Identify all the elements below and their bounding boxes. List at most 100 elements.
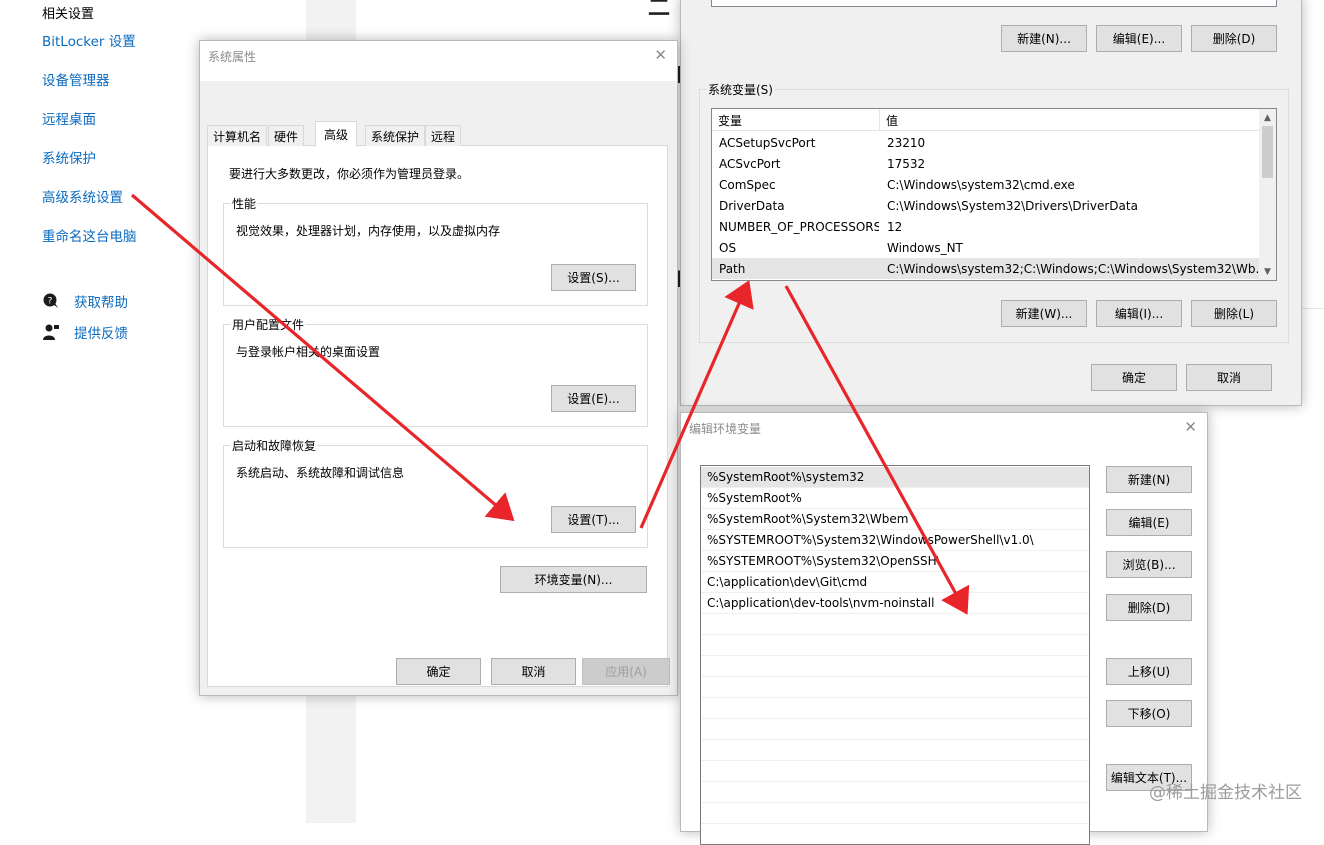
empty-row[interactable] [701, 656, 1089, 677]
get-help-label: 获取帮助 [74, 295, 128, 311]
list-item[interactable]: %SystemRoot% [701, 488, 1089, 509]
tab-hardware[interactable]: 硬件 [268, 125, 305, 146]
var-name: OS [719, 240, 737, 255]
link-system-protection[interactable]: 系统保护 [42, 147, 96, 167]
empty-row[interactable] [701, 803, 1089, 824]
empty-row[interactable] [701, 782, 1089, 803]
var-name: DriverData [719, 198, 785, 213]
link-bitlocker[interactable]: BitLocker 设置 [42, 30, 136, 50]
related-settings-title: 相关设置 [42, 7, 95, 22]
path-browse-button[interactable]: 浏览(B)... [1106, 551, 1192, 578]
get-help-link[interactable]: ? 获取帮助 [42, 291, 128, 311]
tab-computer-name[interactable]: 计算机名 [207, 125, 268, 146]
list-item[interactable]: C:\application\dev-tools\nvm-noinstall [701, 593, 1089, 614]
user-edit-button[interactable]: 编辑(E)... [1096, 25, 1182, 52]
feedback-label: 提供反馈 [74, 326, 128, 342]
sysprop-cancel-button[interactable]: 取消 [491, 658, 576, 685]
table-row[interactable]: ACSvcPort 17532 [712, 153, 1259, 174]
advanced-tab-panel: 要进行大多数更改，你必须作为管理员登录。 性能 视觉效果，处理器计划，内存使用，… [207, 145, 668, 687]
edit-env-titlebar[interactable]: 编辑环境变量 ✕ [681, 413, 1207, 443]
column-header-var[interactable]: 变量 [712, 109, 880, 131]
sysprop-title: 系统属性 [208, 50, 257, 64]
link-rename-pc[interactable]: 重命名这台电脑 [42, 225, 137, 245]
table-row[interactable]: NUMBER_OF_PROCESSORS 12 [712, 216, 1259, 237]
sysprop-ok-button[interactable]: 确定 [396, 658, 481, 685]
var-value: Windows_NT [887, 240, 963, 255]
env-cancel-button[interactable]: 取消 [1186, 364, 1272, 391]
help-chat-icon: ? [43, 293, 58, 308]
user-profiles-settings-button[interactable]: 设置(E)... [551, 385, 636, 412]
empty-row[interactable] [701, 614, 1089, 635]
var-value: 17532 [887, 156, 926, 171]
path-new-button[interactable]: 新建(N) [1106, 466, 1192, 493]
path-edit-button[interactable]: 编辑(E) [1106, 509, 1192, 536]
table-row[interactable]: DriverData C:\Windows\System32\Drivers\D… [712, 195, 1259, 216]
path-move-down-button[interactable]: 下移(O) [1106, 700, 1192, 727]
path-delete-button[interactable]: 删除(D) [1106, 594, 1192, 621]
system-vars-header: 变量 值 [712, 109, 1259, 131]
system-vars-list[interactable]: 变量 值 ACSetupSvcPort 23210 ACSvcPort 1753… [711, 108, 1277, 281]
list-item[interactable]: %SYSTEMROOT%\System32\WindowsPowerShell\… [701, 530, 1089, 551]
empty-row[interactable] [701, 635, 1089, 656]
performance-settings-button[interactable]: 设置(S)... [551, 264, 636, 291]
performance-desc: 视觉效果，处理器计划，内存使用，以及虚拟内存 [236, 224, 501, 238]
env-ok-button[interactable]: 确定 [1091, 364, 1177, 391]
startup-recovery-legend: 启动和故障恢复 [230, 437, 319, 454]
list-item[interactable]: C:\application\dev\Git\cmd [701, 572, 1089, 593]
tab-advanced[interactable]: 高级 [315, 121, 358, 147]
tab-remote[interactable]: 远程 [425, 125, 462, 146]
var-value: C:\Windows\system32;C:\Windows;C:\Window… [887, 261, 1260, 276]
user-new-button[interactable]: 新建(N)... [1001, 25, 1087, 52]
path-list[interactable]: %SystemRoot%\system32 %SystemRoot% %Syst… [700, 465, 1090, 845]
var-name: ComSpec [719, 177, 776, 192]
table-row-selected[interactable]: Path C:\Windows\system32;C:\Windows;C:\W… [712, 258, 1260, 279]
system-vars-scrollbar[interactable]: ▲ ▼ [1259, 109, 1276, 280]
user-vars-list-edge [711, 0, 1277, 7]
watermark: @稀土掘金技术社区 [1149, 783, 1302, 803]
var-value: 12 [887, 219, 903, 234]
link-advanced-system-settings[interactable]: 高级系统设置 [42, 186, 123, 206]
startup-recovery-settings-button[interactable]: 设置(T)... [551, 506, 636, 533]
close-icon[interactable]: ✕ [654, 47, 667, 63]
scroll-down-icon[interactable]: ▼ [1259, 263, 1276, 280]
empty-row[interactable] [701, 698, 1089, 719]
table-row[interactable]: ComSpec C:\Windows\system32\cmd.exe [712, 174, 1259, 195]
var-name: NUMBER_OF_PROCESSORS [719, 219, 879, 234]
list-item[interactable]: %SYSTEMROOT%\System32\OpenSSH\ [701, 551, 1089, 572]
table-row[interactable]: OS Windows_NT [712, 237, 1259, 258]
admin-note: 要进行大多数更改，你必须作为管理员登录。 [229, 167, 470, 181]
edit-env-dialog: 编辑环境变量 ✕ %SystemRoot%\system32 %SystemRo… [680, 412, 1208, 845]
user-profiles-desc: 与登录帐户相关的桌面设置 [236, 345, 381, 359]
user-profiles-group: 用户配置文件 与登录帐户相关的桌面设置 设置(E)... [223, 316, 648, 427]
svg-text:?: ? [48, 297, 53, 307]
scroll-up-icon[interactable]: ▲ [1259, 109, 1276, 126]
sysprop-titlebar[interactable]: 系统属性 ✕ [200, 41, 677, 71]
close-icon[interactable]: ✕ [1184, 419, 1197, 435]
system-delete-button[interactable]: 删除(L) [1191, 300, 1277, 327]
empty-row[interactable] [701, 677, 1089, 698]
table-row[interactable]: ACSetupSvcPort 23210 [712, 132, 1259, 153]
user-delete-button[interactable]: 删除(D) [1191, 25, 1277, 52]
var-value: C:\Windows\system32\cmd.exe [887, 177, 1075, 192]
sysprop-apply-button[interactable]: 应用(A) [582, 658, 670, 685]
system-edit-button[interactable]: 编辑(I)... [1096, 300, 1182, 327]
path-move-up-button[interactable]: 上移(U) [1106, 658, 1192, 685]
feedback-person-icon [43, 324, 59, 340]
list-item[interactable]: %SystemRoot%\System32\Wbem [701, 509, 1089, 530]
column-header-value[interactable]: 值 [880, 109, 1260, 131]
list-item-selected[interactable]: %SystemRoot%\system32 [701, 467, 1089, 488]
empty-row[interactable] [701, 761, 1089, 782]
feedback-link[interactable]: 提供反馈 [42, 322, 128, 342]
tab-system-protection[interactable]: 系统保护 [365, 125, 426, 146]
empty-row[interactable] [701, 740, 1089, 761]
system-new-button[interactable]: 新建(W)... [1001, 300, 1087, 327]
performance-group: 性能 视觉效果，处理器计划，内存使用，以及虚拟内存 设置(S)... [223, 195, 648, 306]
link-device-manager[interactable]: 设备管理器 [42, 69, 110, 89]
scroll-thumb[interactable] [1262, 126, 1273, 178]
link-remote-desktop[interactable]: 远程桌面 [42, 108, 96, 128]
var-value: 23210 [887, 135, 926, 150]
var-name: Path [719, 261, 746, 276]
environment-variables-button[interactable]: 环境变量(N)... [500, 566, 647, 593]
titlebar-pad [681, 443, 1207, 457]
empty-row[interactable] [701, 719, 1089, 740]
